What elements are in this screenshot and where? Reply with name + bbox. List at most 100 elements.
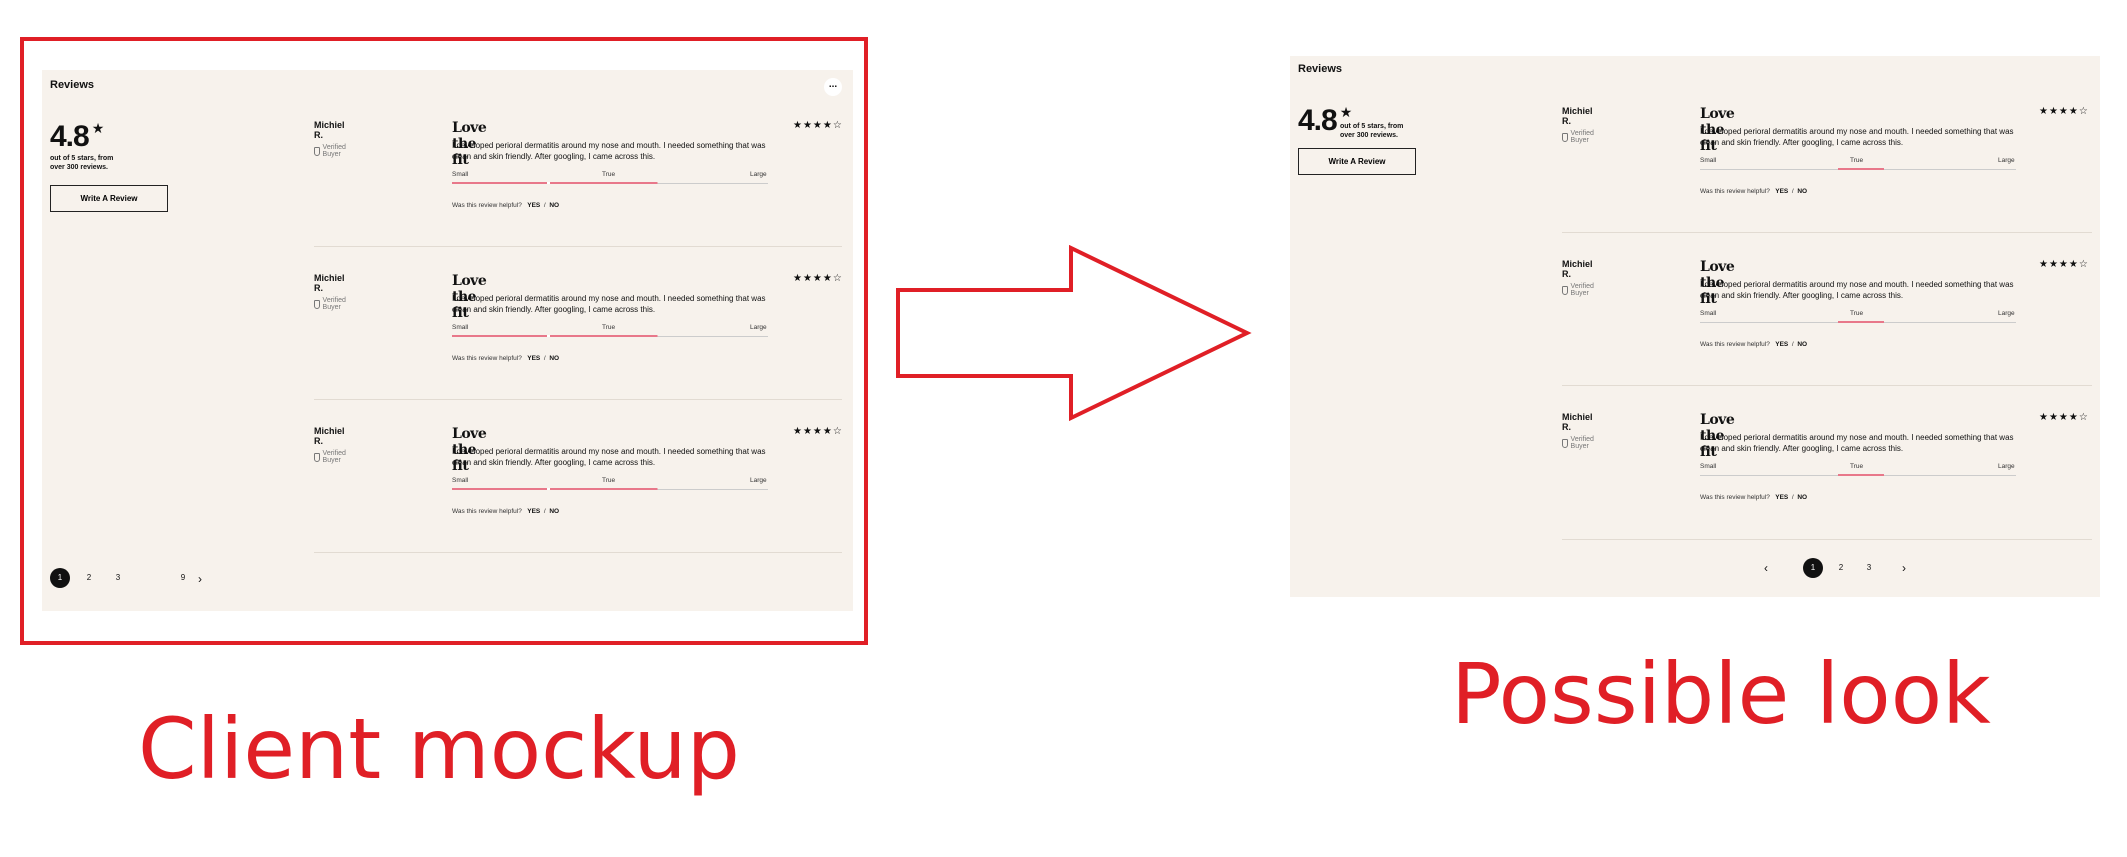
star-rating: ★★★★☆ (2039, 412, 2089, 423)
verified-badge: Verified Buyer (1562, 283, 1596, 297)
helpful-no[interactable]: NO (549, 508, 559, 515)
shield-icon (1562, 438, 1568, 448)
fit-small-label: Small (452, 324, 469, 331)
helpful-question: Was this review helpful? (1700, 188, 1770, 195)
verified-label: Verified Buyer (1570, 436, 1594, 450)
shield-icon (1562, 132, 1568, 142)
review-body: I developed perioral dermatitis around m… (1700, 280, 2014, 300)
fit-large-label: Large (750, 477, 767, 484)
reviewer: Michiel R. Verified Buyer (1562, 106, 1596, 144)
page-2[interactable]: 2 (1831, 558, 1851, 578)
reviewer-name: Michiel R. (1562, 106, 1593, 126)
rating-score: 4.8 (1298, 104, 1338, 137)
helpful-separator: / (543, 355, 546, 362)
reviewer: Michiel R. Verified Buyer (1562, 259, 1596, 297)
arrow-right-icon (896, 245, 1252, 422)
reviews-heading: Reviews (1298, 63, 1343, 75)
star-rating: ★★★★☆ (2039, 259, 2089, 270)
fit-marker (1838, 168, 1884, 170)
reviewer-name: Michiel R. (1562, 412, 1593, 432)
write-review-button[interactable]: Write A Review (1298, 148, 1416, 175)
reviewer-name: Michiel R. (314, 426, 345, 446)
divider (314, 552, 842, 553)
fit-true-label: True (1850, 310, 1864, 317)
review-body: I developed perioral dermatitis around m… (452, 447, 766, 467)
reviews-heading: Reviews (50, 79, 95, 91)
helpful-no[interactable]: NO (1797, 341, 1807, 348)
helpful-no[interactable]: NO (549, 355, 559, 362)
rating-summary: 4.8 ★ out of 5 stars, from over 300 revie… (50, 120, 130, 172)
helpful-prompt: Was this review helpful? YES / NO (1700, 341, 1807, 348)
shield-icon (314, 146, 320, 156)
verified-label: Verified Buyer (1570, 130, 1594, 144)
helpful-yes[interactable]: YES (1775, 341, 1788, 348)
helpful-question: Was this review helpful? (452, 508, 522, 515)
verified-badge: Verified Buyer (314, 144, 348, 158)
helpful-yes[interactable]: YES (1775, 494, 1788, 501)
page-3[interactable]: 3 (108, 568, 128, 588)
divider (1562, 539, 2092, 540)
verified-badge: Verified Buyer (1562, 436, 1596, 450)
helpful-yes[interactable]: YES (527, 202, 540, 209)
fit-true-label: True (602, 171, 616, 178)
helpful-separator: / (1791, 494, 1794, 501)
prev-page-icon[interactable]: ‹ (1764, 558, 1768, 578)
verified-label: Verified Buyer (322, 144, 346, 158)
page-2[interactable]: 2 (79, 568, 99, 588)
helpful-no[interactable]: NO (1797, 188, 1807, 195)
more-button[interactable]: ... (824, 78, 842, 96)
helpful-prompt: Was this review helpful? YES / NO (452, 202, 559, 209)
next-page-icon[interactable]: › (1902, 558, 1906, 578)
rating-score: 4.8 (50, 120, 90, 153)
next-page-icon[interactable]: › (198, 569, 202, 589)
verified-label: Verified Buyer (322, 450, 346, 464)
fit-marker (1838, 321, 1884, 323)
verified-badge: Verified Buyer (1562, 130, 1596, 144)
fit-true-label: True (602, 477, 616, 484)
review-body: I developed perioral dermatitis around m… (1700, 433, 2014, 453)
helpful-yes[interactable]: YES (1775, 188, 1788, 195)
fit-marker (452, 488, 768, 490)
write-review-button[interactable]: Write A Review (50, 185, 168, 212)
possible-look-panel: Reviews 4.8 ★ out of 5 stars, from over 3… (1290, 56, 2100, 597)
fit-small-label: Small (1700, 463, 1717, 470)
reviewer: Michiel R. Verified Buyer (314, 120, 348, 158)
page-1[interactable]: 1 (1803, 558, 1823, 578)
helpful-prompt: Was this review helpful? YES / NO (1700, 188, 1807, 195)
reviewer: Michiel R. Verified Buyer (314, 426, 348, 464)
divider (1562, 385, 2092, 386)
fit-marker (452, 335, 768, 337)
helpful-question: Was this review helpful? (452, 355, 522, 362)
rating-star-icon: ★ (91, 120, 105, 136)
fit-true-label: True (602, 324, 616, 331)
review-body: I developed perioral dermatitis around m… (452, 141, 766, 161)
helpful-prompt: Was this review helpful? YES / NO (452, 355, 559, 362)
helpful-yes[interactable]: YES (527, 508, 540, 515)
fit-true-label: True (1850, 463, 1864, 470)
star-rating: ★★★★☆ (2039, 106, 2089, 117)
helpful-no[interactable]: NO (1797, 494, 1807, 501)
fit-marker (452, 182, 768, 184)
fit-large-label: Large (750, 324, 767, 331)
helpful-yes[interactable]: YES (527, 355, 540, 362)
divider (1562, 232, 2092, 233)
page-3[interactable]: 3 (1859, 558, 1879, 578)
fit-small-label: Small (1700, 310, 1717, 317)
fit-true-label: True (1850, 157, 1864, 164)
divider (314, 399, 842, 400)
helpful-separator: / (1791, 341, 1794, 348)
reviewer-name: Michiel R. (314, 273, 345, 293)
verified-label: Verified Buyer (1570, 283, 1594, 297)
reviewer-name: Michiel R. (314, 120, 345, 140)
review-body: I developed perioral dermatitis around m… (452, 294, 766, 314)
verified-badge: Verified Buyer (314, 450, 348, 464)
helpful-no[interactable]: NO (549, 202, 559, 209)
verified-label: Verified Buyer (322, 297, 346, 311)
fit-large-label: Large (750, 171, 767, 178)
fit-large-label: Large (1998, 463, 2015, 470)
page-9[interactable]: 9 (173, 568, 193, 588)
page-1[interactable]: 1 (50, 568, 70, 588)
divider (314, 246, 842, 247)
client-mockup-panel: Reviews ... 4.8 ★ out of 5 stars, from ov… (42, 70, 853, 611)
shield-icon (1562, 285, 1568, 295)
